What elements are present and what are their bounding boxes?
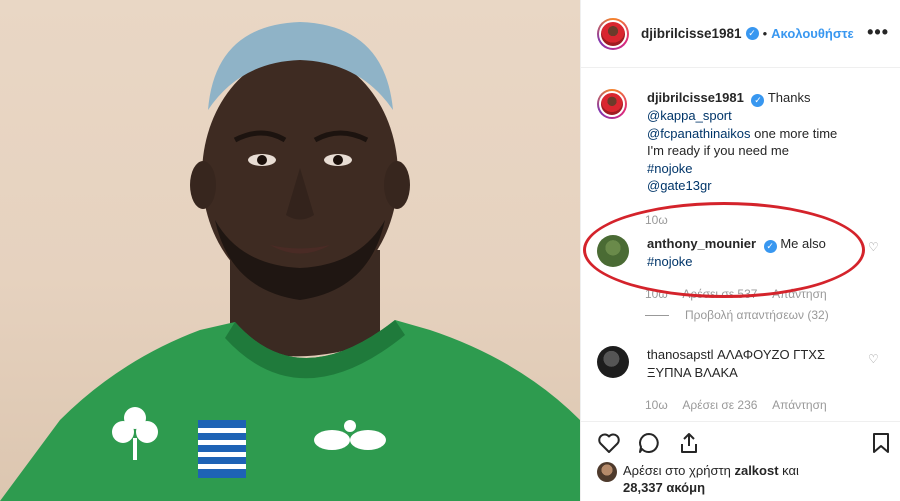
header-separator: • bbox=[762, 26, 768, 41]
comment-icon[interactable] bbox=[637, 431, 661, 455]
likes-count[interactable]: 28,337 ακόμη bbox=[623, 480, 705, 495]
hashtag-link[interactable]: #nojoke bbox=[647, 254, 693, 269]
caption-line: one more time bbox=[754, 125, 838, 141]
verified-icon: ✓ bbox=[763, 240, 777, 253]
selfie-image bbox=[0, 22, 580, 501]
comment-like-heart-icon[interactable]: ♡ bbox=[868, 240, 881, 254]
comment-item: thanosapstl ΑΛΑΦΟΥΖΟ ΓΤΧΣ ΞΥΠΝΑ ΒΛΑΚΑ bbox=[597, 346, 887, 381]
commenter-avatar[interactable] bbox=[597, 346, 629, 378]
caption-line: I'm ready if you need me bbox=[647, 143, 789, 158]
comment-item: anthony_mounier ✓ Me also #nojoke bbox=[597, 235, 887, 271]
caption-avatar[interactable] bbox=[597, 89, 627, 119]
verified-icon: ✓ bbox=[751, 94, 765, 107]
caption-meta: 10ω bbox=[645, 213, 680, 227]
comment-body: ΞΥΠΝΑ ΒΛΑΚΑ bbox=[647, 364, 738, 380]
comment-time[interactable]: 10ω bbox=[645, 398, 668, 412]
likes-suffix: και bbox=[782, 463, 799, 478]
share-icon[interactable] bbox=[677, 431, 701, 455]
reply-button[interactable]: Απάντηση bbox=[772, 287, 827, 301]
replies-divider bbox=[645, 314, 669, 316]
comment-time[interactable]: 10ω bbox=[645, 287, 668, 301]
mention-link[interactable]: @fcpanathinaikos bbox=[647, 126, 751, 141]
view-replies-label[interactable]: Προβολή απαντήσεων (32) bbox=[685, 308, 829, 322]
likes-text: Αρέσει στο χρήστη zalkost και 28,337 ακό… bbox=[623, 462, 799, 496]
verified-icon: ✓ bbox=[745, 27, 759, 40]
comment-meta: 10ω Αρέσει σε 537 Απάντηση bbox=[645, 287, 839, 301]
author-avatar[interactable] bbox=[597, 17, 629, 50]
caption-time[interactable]: 10ω bbox=[645, 213, 668, 227]
follow-button[interactable]: Ακολουθήστε bbox=[771, 26, 854, 41]
reply-button[interactable]: Απάντηση bbox=[772, 398, 827, 412]
comments-list[interactable]: djibrilcisse1981 ✓ Thanks @kappa_sport @… bbox=[581, 69, 900, 421]
post-photo bbox=[0, 0, 580, 501]
post-header: djibrilcisse1981 ✓ • Ακολουθήστε ••• bbox=[581, 0, 900, 68]
liker-username[interactable]: zalkost bbox=[734, 463, 778, 478]
comment-likes[interactable]: Αρέσει σε 537 bbox=[682, 287, 757, 301]
likes-prefix: Αρέσει στο χρήστη bbox=[623, 463, 731, 478]
comment-body: Me also bbox=[780, 236, 826, 251]
bookmark-icon[interactable] bbox=[869, 431, 893, 455]
author-username[interactable]: djibrilcisse1981 bbox=[641, 26, 742, 41]
hashtag-link[interactable]: #nojoke bbox=[647, 161, 693, 176]
commenter-avatar[interactable] bbox=[597, 235, 629, 267]
heart-icon[interactable] bbox=[597, 431, 621, 455]
post-panel: djibrilcisse1981 ✓ • Ακολουθήστε ••• dji… bbox=[580, 0, 900, 501]
caption-text: djibrilcisse1981 ✓ Thanks @kappa_sport @… bbox=[647, 89, 837, 195]
commenter-username[interactable]: thanosapstl bbox=[647, 347, 714, 362]
comment-text: anthony_mounier ✓ Me also #nojoke bbox=[647, 235, 826, 271]
comment-text: thanosapstl ΑΛΑΦΟΥΖΟ ΓΤΧΣ ΞΥΠΝΑ ΒΛΑΚΑ bbox=[647, 346, 825, 381]
more-options-icon[interactable]: ••• bbox=[867, 22, 889, 43]
comment-likes[interactable]: Αρέσει σε 236 bbox=[682, 398, 757, 412]
comment-body: ΑΛΑΦΟΥΖΟ ΓΤΧΣ bbox=[717, 347, 825, 362]
caption: djibrilcisse1981 ✓ Thanks @kappa_sport @… bbox=[597, 89, 887, 195]
caption-line: Thanks bbox=[767, 90, 811, 105]
commenter-username[interactable]: anthony_mounier bbox=[647, 236, 756, 251]
mention-link[interactable]: @kappa_sport bbox=[647, 108, 732, 123]
mention-link[interactable]: @gate13gr bbox=[647, 178, 712, 193]
comment-meta: 10ω Αρέσει σε 236 Απάντηση bbox=[645, 398, 839, 412]
caption-username[interactable]: djibrilcisse1981 bbox=[647, 90, 744, 105]
likes-summary: Αρέσει στο χρήστη zalkost και 28,337 ακό… bbox=[597, 462, 799, 496]
view-replies[interactable]: Προβολή απαντήσεων (32) bbox=[645, 308, 829, 322]
comment-like-heart-icon[interactable]: ♡ bbox=[868, 352, 881, 366]
liker-avatar[interactable] bbox=[597, 462, 617, 482]
action-bar bbox=[581, 421, 900, 461]
